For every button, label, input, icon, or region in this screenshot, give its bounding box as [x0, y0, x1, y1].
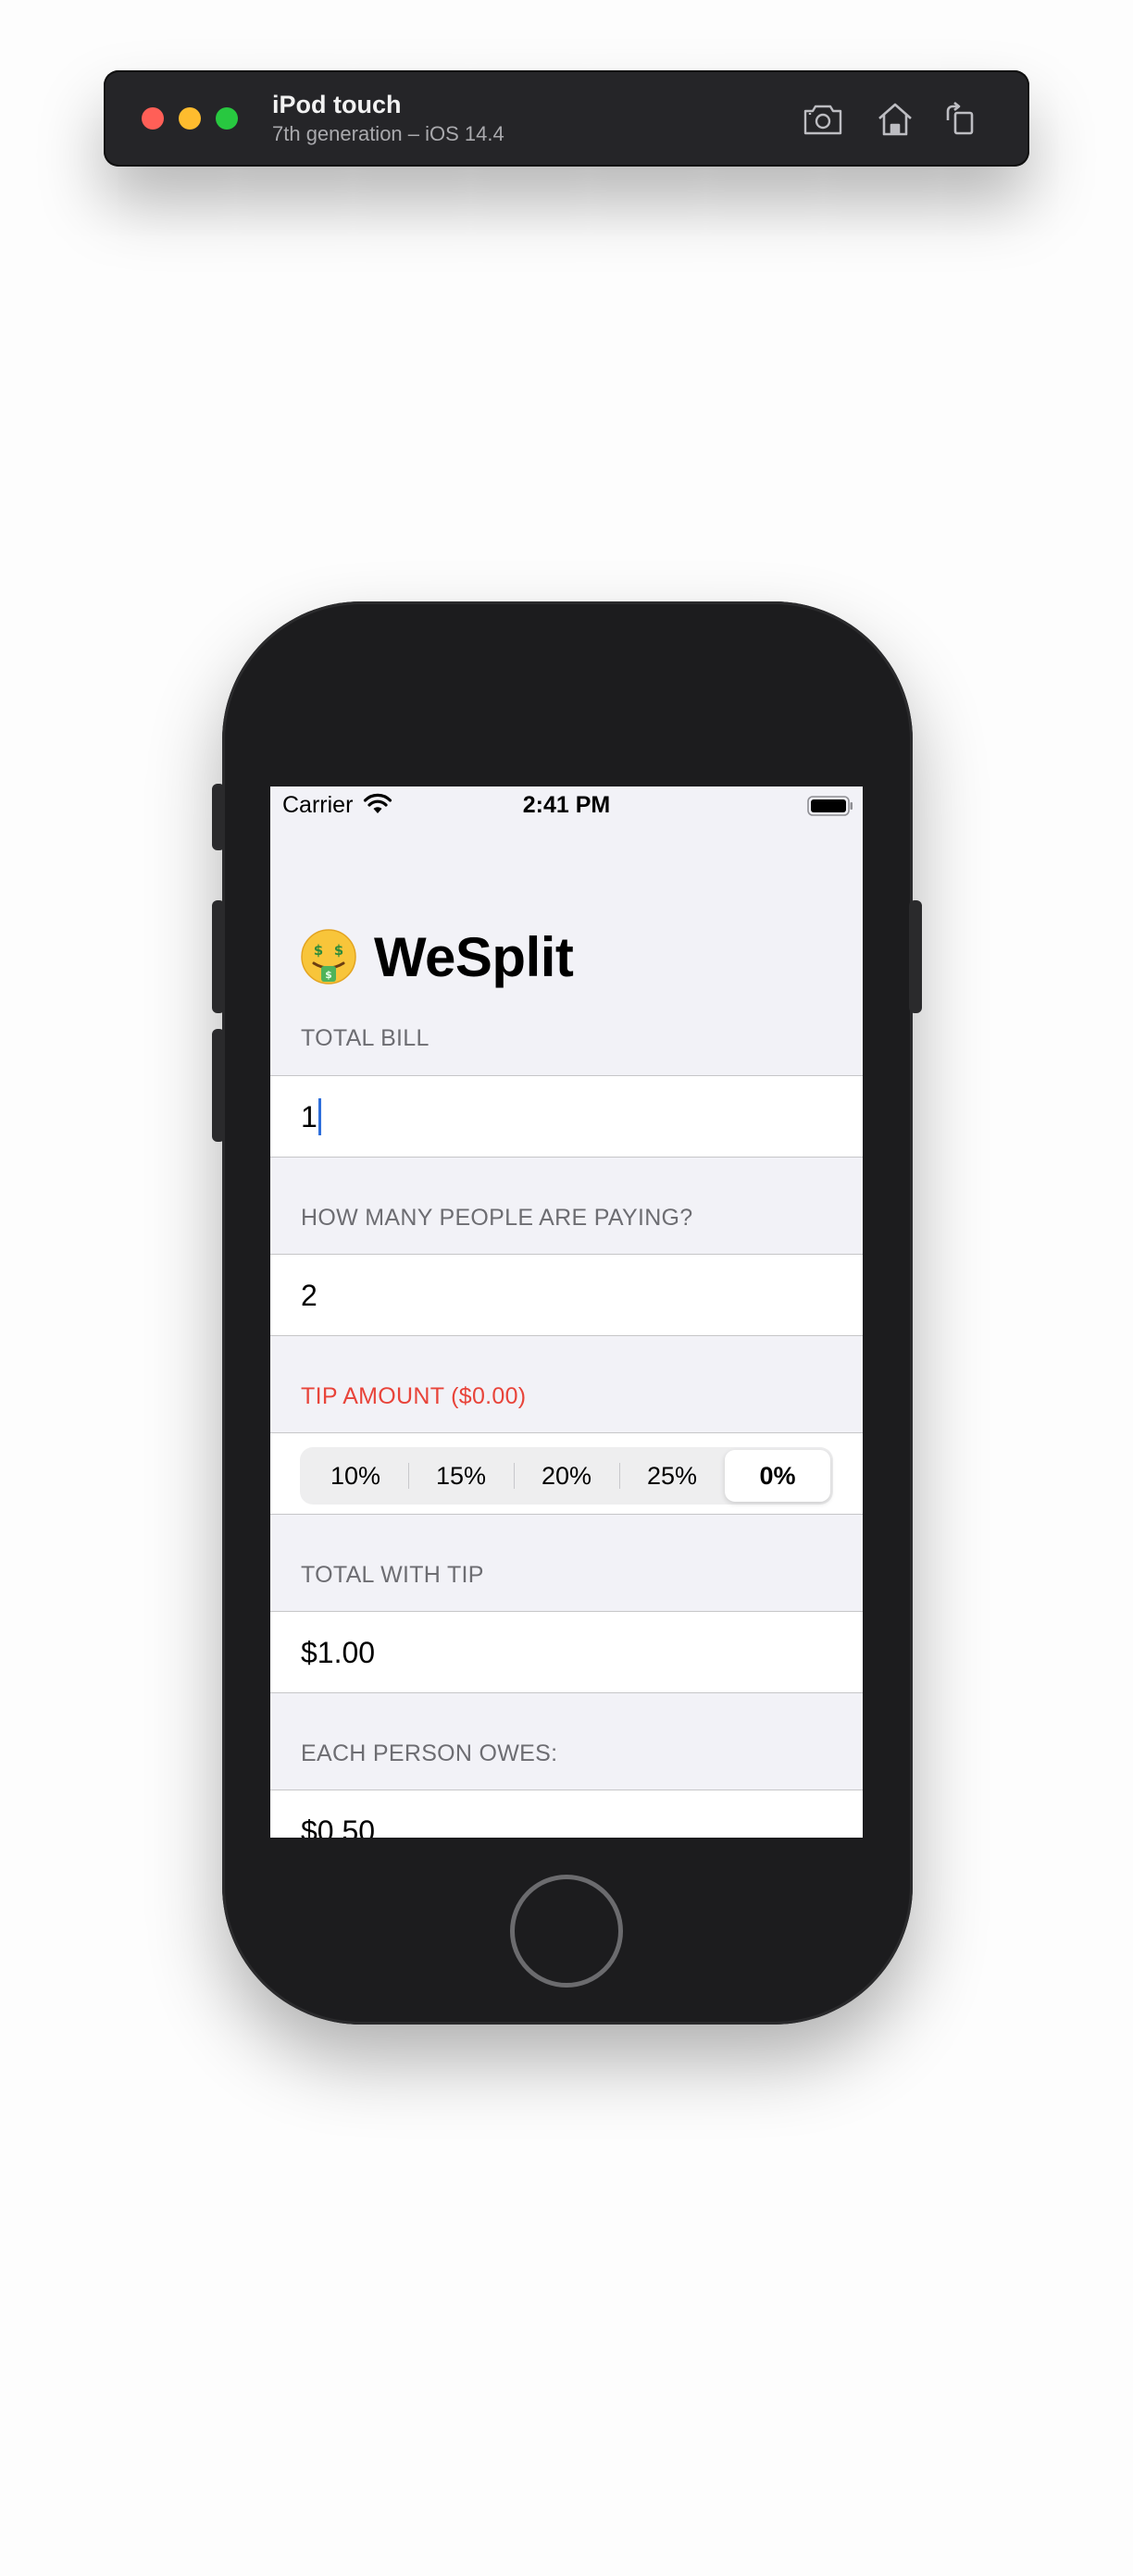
tip-option-10[interactable]: 10%	[303, 1450, 408, 1502]
tip-percentage-cell: 10% 15% 20% 25% 0%	[270, 1432, 863, 1515]
power-button[interactable]	[909, 900, 922, 1013]
each-person-owes-cell: $0.50	[270, 1790, 863, 1838]
svg-text:$: $	[314, 942, 323, 959]
each-person-owes-value: $0.50	[301, 1814, 376, 1838]
total-with-tip-cell: $1.00	[270, 1611, 863, 1693]
status-time: 2:41 PM	[522, 792, 611, 818]
people-count-header: HOW MANY PEOPLE ARE PAYING?	[301, 1205, 693, 1231]
people-count-value: 2	[301, 1279, 317, 1312]
volume-down-button[interactable]	[212, 1029, 225, 1142]
battery-icon	[807, 796, 853, 816]
volume-up-button[interactable]	[212, 900, 225, 1013]
zoom-window-button[interactable]	[216, 107, 238, 130]
total-bill-header: TOTAL BILL	[301, 1025, 430, 1051]
people-count-picker[interactable]: 2	[270, 1254, 863, 1336]
svg-text:$: $	[325, 969, 332, 981]
tip-option-20[interactable]: 20%	[514, 1450, 619, 1502]
svg-text:$: $	[334, 942, 343, 959]
status-bar: Carrier 2:41 PM	[270, 786, 863, 824]
text-caret	[317, 1097, 321, 1135]
minimize-window-button[interactable]	[179, 107, 201, 130]
app-screen: Carrier 2:41 PM $ $ $ WeSplit TOTAL BILL…	[270, 786, 863, 1838]
total-bill-input[interactable]: 1	[270, 1075, 863, 1158]
each-person-owes-header: EACH PERSON OWES:	[301, 1740, 558, 1766]
total-bill-value: 1	[301, 1076, 321, 1158]
screenshot-icon[interactable]	[802, 98, 844, 141]
tip-option-0[interactable]: 0%	[725, 1450, 830, 1502]
page-title: WeSplit	[374, 925, 574, 988]
money-mouth-face-icon: $ $ $	[300, 928, 357, 985]
total-with-tip-value: $1.00	[301, 1636, 376, 1669]
navigation-title: $ $ $ WeSplit	[300, 923, 574, 990]
tip-amount-header: TIP AMOUNT ($0.00)	[301, 1383, 527, 1409]
device-name: iPod touch	[272, 91, 402, 118]
tip-option-25[interactable]: 25%	[619, 1450, 725, 1502]
rotate-icon[interactable]	[940, 98, 983, 141]
mute-switch[interactable]	[212, 784, 225, 850]
simulator-toolbar: iPod touch 7th generation – iOS 14.4	[104, 70, 1029, 167]
tip-option-15[interactable]: 15%	[408, 1450, 514, 1502]
close-window-button[interactable]	[142, 107, 164, 130]
total-with-tip-header: TOTAL WITH TIP	[301, 1562, 484, 1588]
tip-percentage-segmented-control[interactable]: 10% 15% 20% 25% 0%	[300, 1447, 833, 1505]
home-icon[interactable]	[874, 98, 916, 141]
device-detail: 7th generation – iOS 14.4	[272, 122, 504, 145]
home-button[interactable]	[510, 1875, 623, 1988]
